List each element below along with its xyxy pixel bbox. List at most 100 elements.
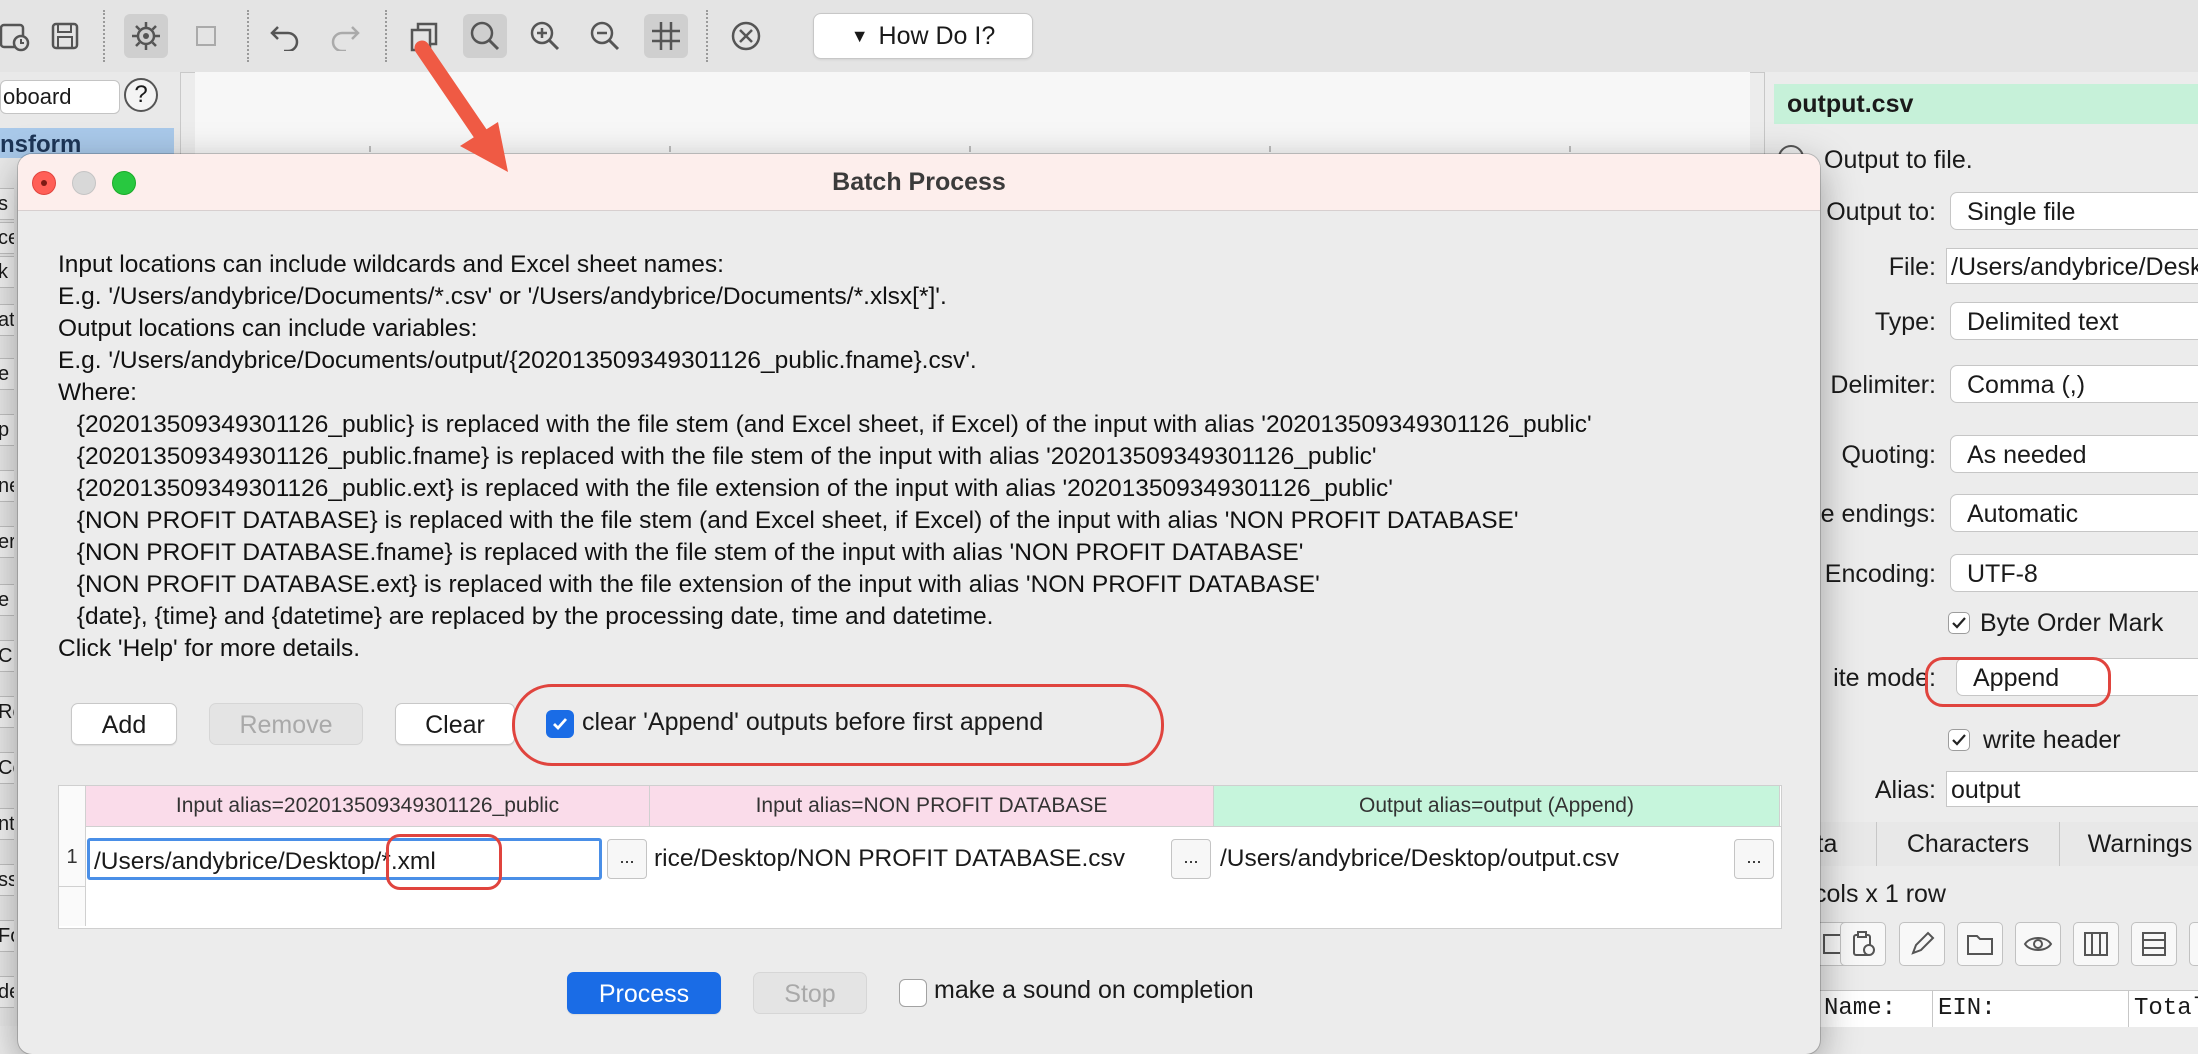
toolbar-separator — [385, 10, 387, 62]
left-panel-item[interactable]: Ro — [0, 696, 14, 728]
delimiter-label: Delimiter: — [1830, 371, 1936, 399]
toolbar-separator — [247, 10, 249, 62]
type-select[interactable]: Delimited text — [1950, 302, 2198, 340]
zoom-window-button[interactable] — [112, 171, 136, 195]
redo-icon[interactable] — [323, 14, 367, 58]
column-header[interactable]: EIN: — [1938, 991, 1996, 1027]
annotation-arrow-icon — [414, 40, 508, 172]
left-panel-item[interactable]: e ( — [0, 584, 14, 616]
how-do-i-label: How Do I? — [878, 21, 996, 50]
info-line: {202013509349301126_public} is replaced … — [70, 411, 1592, 438]
info-line: E.g. '/Users/andybrice/Documents/*.csv' … — [58, 283, 947, 310]
more-icon[interactable] — [2189, 922, 2198, 966]
alias-input[interactable]: output — [1946, 771, 2198, 807]
wildcard-annotation — [386, 834, 502, 890]
edit-icon[interactable] — [1899, 922, 1945, 966]
tab-warnings[interactable]: Warnings — [2060, 822, 2198, 866]
info-line: {date}, {time} and {datetime} are replac… — [70, 603, 994, 630]
left-panel-item[interactable]: de — [0, 976, 14, 1008]
stop-button[interactable]: Stop — [753, 972, 867, 1014]
file-label: File: — [1888, 253, 1936, 281]
undo-icon[interactable] — [263, 14, 307, 58]
file-input[interactable]: /Users/andybrice/Desktop/output.csv — [1946, 248, 2198, 284]
clear-append-annotation — [512, 684, 1164, 766]
sound-checkbox[interactable] — [899, 979, 927, 1007]
left-panel-item[interactable]: p — [0, 414, 14, 446]
add-button[interactable]: Add — [71, 703, 177, 745]
row-divider — [59, 886, 85, 887]
close-dot-icon — [41, 180, 47, 186]
zoom-out-icon[interactable] — [583, 14, 627, 58]
browse-output-button[interactable]: ... — [1734, 839, 1774, 879]
info-line: Where: — [58, 379, 137, 406]
triangle-down-icon: ▼ — [850, 25, 869, 46]
left-panel-item[interactable]: at — [0, 304, 14, 336]
row-number: 1 — [66, 846, 78, 868]
info-line: {NON PROFIT DATABASE.ext} is replaced wi… — [70, 571, 1320, 598]
checkmark-icon — [1952, 734, 1966, 746]
process-button[interactable]: Process — [567, 972, 721, 1014]
left-panel-item[interactable]: nt — [0, 808, 14, 840]
left-panel-item[interactable]: Co — [0, 752, 14, 784]
data-summary: cols x 1 row — [1814, 880, 1946, 908]
output-title: output.csv — [1774, 84, 2198, 124]
info-line: Input locations can include wildcards an… — [58, 251, 724, 278]
line-endings-select[interactable]: Automatic — [1950, 494, 2198, 532]
input-1-path-field[interactable]: /Users/andybrice/Desktop/*.xml — [87, 838, 602, 880]
left-panel-item[interactable]: e — [0, 358, 14, 390]
minimize-window-button[interactable] — [72, 171, 96, 195]
write-header-label: write header — [1983, 726, 2121, 754]
output-to-label: Output to: — [1826, 198, 1936, 226]
remove-button[interactable]: Remove — [209, 703, 363, 745]
output-path-field[interactable]: /Users/andybrice/Desktop/output.csv — [1216, 838, 1728, 880]
left-panel-item[interactable]: ce — [0, 222, 14, 254]
browse-input-2-button[interactable]: ... — [1171, 839, 1211, 879]
left-panel-item[interactable]: Fo — [0, 920, 14, 952]
zoom-in-icon[interactable] — [523, 14, 567, 58]
how-do-i-button[interactable]: ▼ How Do I? — [813, 13, 1033, 59]
byte-order-mark-checkbox[interactable] — [1948, 612, 1970, 634]
output-to-select[interactable]: Single file — [1950, 192, 2198, 230]
columns-icon[interactable] — [2073, 922, 2119, 966]
cancel-icon[interactable] — [724, 14, 768, 58]
clipboard-icon[interactable] — [1840, 922, 1886, 966]
batch-process-dialog: Batch Process Input locations can includ… — [18, 154, 1820, 1054]
rows-icon[interactable] — [2131, 922, 2177, 966]
save-icon[interactable] — [43, 14, 87, 58]
left-panel-item[interactable]: C — [0, 640, 14, 672]
info-line: {NON PROFIT DATABASE} is replaced with t… — [70, 507, 1519, 534]
encoding-label: Encoding: — [1824, 560, 1936, 588]
grid-icon[interactable] — [644, 14, 688, 58]
left-panel-item[interactable]: ss — [0, 864, 14, 896]
column-header[interactable]: Name: — [1824, 991, 1896, 1027]
column-header-output[interactable]: Output alias=output (Append) — [1214, 786, 1780, 826]
encoding-select[interactable]: UTF-8 — [1950, 554, 2198, 592]
info-line: {202013509349301126_public.fname} is rep… — [70, 443, 1377, 470]
eye-icon[interactable] — [2015, 922, 2061, 966]
clear-button[interactable]: Clear — [395, 703, 515, 745]
close-window-button[interactable] — [32, 171, 56, 195]
left-panel-item[interactable]: s — [0, 188, 14, 220]
column-header[interactable]: Total — [2134, 991, 2198, 1027]
column-header-input-1[interactable]: Input alias=202013509349301126_public — [86, 786, 650, 826]
stop-icon[interactable] — [184, 14, 228, 58]
run-icon[interactable] — [124, 14, 168, 58]
column-header-input-2[interactable]: Input alias=NON PROFIT DATABASE — [650, 786, 1214, 826]
input-2-path-field[interactable]: rice/Desktop/NON PROFIT DATABASE.csv — [650, 838, 1170, 880]
line-endings-label: e endings: — [1820, 500, 1936, 528]
write-header-checkbox[interactable] — [1948, 729, 1970, 751]
quoting-select[interactable]: As needed — [1950, 435, 2198, 473]
left-panel-item[interactable]: k — [0, 256, 14, 288]
tab-characters[interactable]: Characters — [1877, 822, 2060, 866]
left-panel-search-input[interactable]: oboard — [0, 80, 120, 114]
left-panel-item[interactable]: er — [0, 526, 14, 558]
schedule-save-icon[interactable] — [0, 14, 36, 58]
header-divider — [86, 826, 1781, 827]
help-icon[interactable]: ? — [124, 78, 158, 112]
checkmark-icon — [1952, 617, 1966, 629]
info-line: E.g. '/Users/andybrice/Documents/output/… — [58, 347, 977, 374]
delimiter-select[interactable]: Comma (,) — [1950, 365, 2198, 403]
folder-icon[interactable] — [1957, 922, 2003, 966]
left-panel-item[interactable]: ne — [0, 470, 14, 502]
browse-input-1-button[interactable]: ... — [607, 839, 647, 879]
